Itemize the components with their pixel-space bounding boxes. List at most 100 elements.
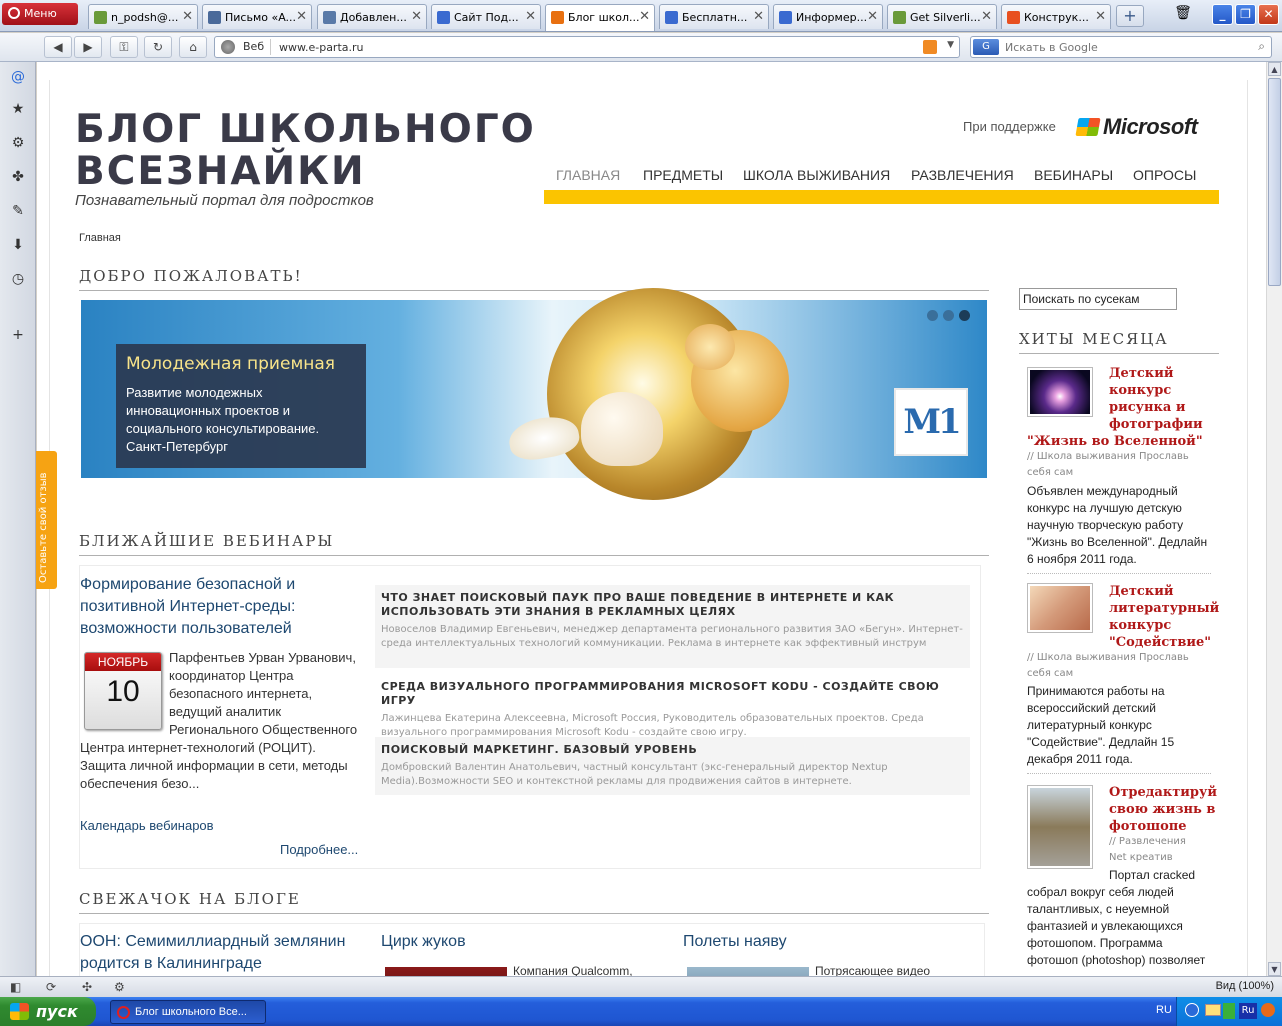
hit-thumbnail[interactable] — [1027, 367, 1093, 417]
widgets-icon[interactable]: ⚙ — [9, 134, 27, 152]
scroll-up-arrow-icon[interactable]: ▲ — [1268, 62, 1281, 76]
banner-title[interactable]: Молодежная приемная — [126, 354, 356, 374]
nav-item-survival[interactable]: ШКОЛА ВЫЖИВАНИЯ — [743, 167, 890, 183]
browser-tab[interactable]: Get Silverli... ✕ — [887, 4, 997, 29]
vertical-scrollbar[interactable]: ▲ ▼ — [1266, 62, 1282, 976]
site-logo-line1[interactable]: БЛОГ ШКОЛЬНОГО — [75, 110, 536, 150]
address-url[interactable]: www.e-parta.ru — [279, 41, 364, 54]
webinar-main-title[interactable]: Формирование безопасной и позитивной Инт… — [80, 574, 350, 640]
zoom-control[interactable]: Вид (100%) — [1216, 980, 1274, 992]
search-input[interactable] — [1005, 39, 1245, 55]
mail-icon[interactable]: @ — [9, 68, 27, 86]
settings-icon[interactable]: ⚙ — [114, 980, 125, 994]
trash-icon[interactable]: 🗑 — [1172, 5, 1194, 27]
reload-button[interactable]: ↻ — [144, 36, 172, 58]
browser-tab[interactable]: Блог школ... ✕ — [545, 4, 655, 31]
tray-language-icon[interactable]: Ru — [1239, 1003, 1257, 1019]
hit-title[interactable]: Отредактируй свою жизнь в фотошопе — [1109, 784, 1217, 835]
downloads-icon[interactable]: ⬇ — [9, 236, 27, 254]
webinar-item-title[interactable]: ЧТО ЗНАЕТ ПОИСКОВЫЙ ПАУК ПРО ВАШЕ ПОВЕДЕ… — [381, 591, 964, 619]
fresh-item-title[interactable]: Цирк жуков — [381, 931, 466, 953]
hit-thumbnail[interactable] — [1027, 583, 1093, 633]
browser-tab[interactable]: n_podsh@... ✕ — [88, 4, 198, 29]
tab-close-icon[interactable]: ✕ — [981, 9, 992, 24]
tab-close-icon[interactable]: ✕ — [182, 9, 193, 24]
browser-tab[interactable]: Информер... ✕ — [773, 4, 883, 29]
start-button[interactable]: пуск — [0, 997, 96, 1026]
feedback-tab[interactable]: Оставьте свой отзыв — [36, 451, 57, 589]
breadcrumb[interactable]: Главная — [79, 232, 121, 244]
minimize-button[interactable]: _ — [1212, 4, 1233, 25]
fresh-item-title[interactable]: ООН: Семимиллиардный землянин родится в … — [80, 931, 376, 975]
tab-close-icon[interactable]: ✕ — [525, 9, 536, 24]
tab-close-icon[interactable]: ✕ — [639, 9, 650, 24]
pager-dot[interactable] — [943, 310, 954, 321]
unite-icon[interactable]: ✤ — [9, 168, 27, 186]
hit-title[interactable]: Детский литературный конкурс "Содействие… — [1109, 583, 1219, 651]
browser-tab[interactable]: Бесплатн... ✕ — [659, 4, 769, 29]
pager-dot-active[interactable] — [959, 310, 970, 321]
nav-item-webinars[interactable]: ВЕБИНАРЫ — [1034, 167, 1113, 183]
tab-close-icon[interactable]: ✕ — [411, 9, 422, 24]
webinar-more-link[interactable]: Подробнее... — [280, 842, 358, 857]
language-indicator[interactable]: RU — [1156, 1004, 1172, 1016]
close-window-button[interactable]: ✕ — [1258, 4, 1279, 25]
taskbar-window-button[interactable]: Блог школьного Все... — [110, 1000, 266, 1024]
address-dropdown-icon[interactable]: ▼ — [947, 40, 954, 50]
webinar-list-item[interactable]: ЧТО ЗНАЕТ ПОИСКОВЫЙ ПАУК ПРО ВАШЕ ПОВЕДЕ… — [375, 585, 970, 668]
nav-item-entertainment[interactable]: РАЗВЛЕЧЕНИЯ — [911, 167, 1014, 183]
pager-dot[interactable] — [927, 310, 938, 321]
nav-item-polls[interactable]: ОПРОСЫ — [1133, 167, 1196, 183]
history-icon[interactable]: ◷ — [9, 270, 27, 288]
fresh-item-thumbnail[interactable] — [687, 967, 809, 976]
webinar-item-title[interactable]: ПОИСКОВЫЙ МАРКЕТИНГ. БАЗОВЫЙ УРОВЕНЬ — [381, 743, 964, 757]
search-icon[interactable]: ⌕ — [1258, 39, 1265, 54]
site-logo-line2[interactable]: ВСЕЗНАЙКИ — [75, 152, 366, 192]
restore-button[interactable]: ❐ — [1235, 4, 1256, 25]
wand-key-icon[interactable]: ⚿ — [110, 36, 138, 58]
mail-tray-icon[interactable] — [1205, 1004, 1221, 1016]
tab-close-icon[interactable]: ✕ — [753, 9, 764, 24]
webinar-list-item[interactable]: СРЕДА ВИЗУАЛЬНОГО ПРОГРАММИРОВАНИЯ MICRO… — [375, 674, 970, 738]
rss-feed-icon[interactable] — [923, 40, 937, 54]
tray-arrow-icon[interactable] — [1185, 1003, 1199, 1017]
forward-button[interactable]: ▶ — [74, 36, 102, 58]
browser-tab[interactable]: Конструк... ✕ — [1001, 4, 1111, 29]
back-button[interactable]: ◀ — [44, 36, 72, 58]
hit-title[interactable]: Детский конкурс рисунка и фотографии — [1109, 365, 1203, 433]
new-tab-button[interactable]: + — [1116, 5, 1144, 27]
update-tray-icon[interactable] — [1223, 1003, 1235, 1019]
browser-tab[interactable]: Добавлен... ✕ — [317, 4, 427, 29]
search-box[interactable]: G ⌕ — [970, 36, 1272, 58]
search-engine-icon[interactable]: G — [973, 39, 999, 55]
turbo-icon[interactable]: ✣ — [82, 980, 92, 994]
microsoft-logo[interactable]: Microsoft — [1075, 114, 1198, 140]
sidebar-search-input[interactable] — [1019, 288, 1177, 310]
browser-tab[interactable]: Письмо «A... ✕ — [202, 4, 312, 29]
panel-toggle-icon[interactable]: ◧ — [10, 980, 21, 994]
fresh-item-title[interactable]: Полеты наяву — [683, 931, 787, 953]
tray-app-icon[interactable] — [1261, 1003, 1275, 1017]
address-field[interactable]: Веб www.e-parta.ru ▼ — [214, 36, 960, 58]
add-panel-icon[interactable]: + — [9, 326, 27, 344]
nav-item-subjects[interactable]: ПРЕДМЕТЫ — [643, 167, 723, 183]
bookmarks-icon[interactable]: ★ — [9, 100, 27, 118]
tab-close-icon[interactable]: ✕ — [296, 9, 307, 24]
tab-close-icon[interactable]: ✕ — [1095, 9, 1106, 24]
webinar-calendar-link[interactable]: Календарь вебинаров — [80, 818, 214, 833]
webinar-item-title[interactable]: СРЕДА ВИЗУАЛЬНОГО ПРОГРАММИРОВАНИЯ MICRO… — [381, 680, 964, 708]
fresh-item-thumbnail[interactable] — [385, 967, 507, 976]
tab-close-icon[interactable]: ✕ — [867, 9, 878, 24]
hit-thumbnail[interactable] — [1027, 785, 1093, 869]
scrollbar-thumb[interactable] — [1268, 78, 1281, 286]
hit-title-tail[interactable]: "Жизнь во Вселенной" — [1027, 433, 1203, 450]
sync-icon[interactable]: ⟳ — [46, 980, 56, 994]
nav-item-home[interactable]: ГЛАВНАЯ — [556, 167, 620, 183]
notes-icon[interactable]: ✎ — [9, 202, 27, 220]
opera-menu-button[interactable]: Меню — [2, 3, 78, 25]
home-button[interactable]: ⌂ — [179, 36, 207, 58]
browser-tab[interactable]: Сайт Под... ✕ — [431, 4, 541, 29]
scroll-down-arrow-icon[interactable]: ▼ — [1268, 962, 1281, 976]
webinar-list-item[interactable]: ПОИСКОВЫЙ МАРКЕТИНГ. БАЗОВЫЙ УРОВЕНЬ Дом… — [375, 737, 970, 795]
promo-banner[interactable]: М1 Молодежная приемная Развитие молодежн… — [81, 288, 987, 500]
